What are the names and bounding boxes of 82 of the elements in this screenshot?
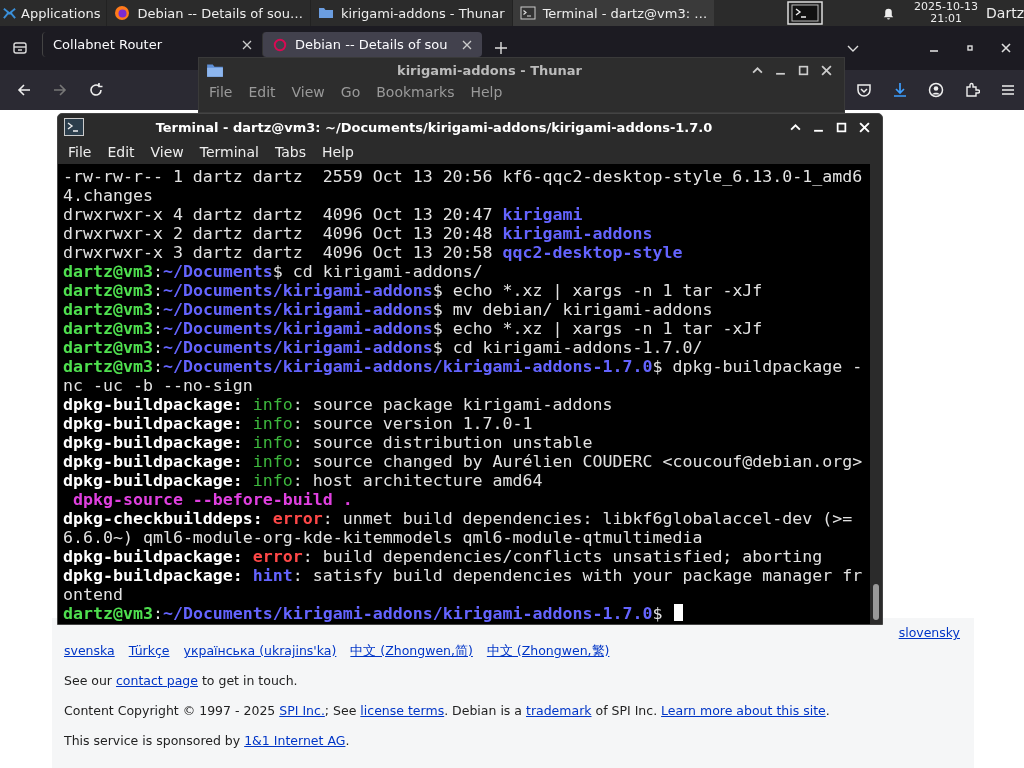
maximize-icon[interactable] <box>965 43 975 53</box>
terminal-line: dpkg-buildpackage: info: source version 1.7.0-1 <box>63 414 533 433</box>
menu-item[interactable]: Go <box>332 82 369 102</box>
footer-link[interactable]: contact page <box>116 673 198 688</box>
menu-item[interactable]: Terminal <box>191 142 267 162</box>
close-icon[interactable] <box>462 39 472 50</box>
terminal-line: 4.changes <box>63 186 153 205</box>
terminal-line: dartz@vm3:~/Documents/kirigami-addons/kirigami-addons-1.7.0$ <box>63 604 664 623</box>
terminal-line: dartz@vm3:~/Documents/kirigami-addons$ mv debian/ kirigami-addons <box>63 300 713 319</box>
menu-item[interactable]: Help <box>462 82 511 102</box>
forward-icon[interactable] <box>52 82 68 98</box>
window-title: kirigami-addons - Thunar <box>396 62 583 78</box>
terminal-line: drwxrwxr-x 4 dartz dartz 4096 Oct 13 20:47 kirigami <box>63 205 583 224</box>
terminal-line: ontend <box>63 585 123 604</box>
menu-item[interactable]: Edit <box>240 82 284 102</box>
menu-item[interactable]: File <box>201 82 241 102</box>
terminal-line: dpkg-source --before-build . <box>72 490 353 509</box>
applications-menu[interactable]: Applications <box>0 0 107 26</box>
terminal-icon <box>64 118 84 136</box>
terminal-line: dpkg-buildpackage: info: source package kirigami-addons <box>63 395 613 414</box>
terminal-line: dpkg-buildpackage: hint: satisfy build dependencies with your package manager fr <box>63 566 863 585</box>
terminal-line: dartz@vm3:~/Documents$ cd kirigami-addons/ <box>63 262 483 281</box>
terminal-line: -rw-rw-r-- 1 dartz dartz 2559 Oct 13 20:56 kf6-qqc2-desktop-style_6.13.0-1_amd6 <box>63 167 863 186</box>
menu-item[interactable]: View <box>283 82 333 102</box>
footer-text: This service is sponsored by 1&1 Internet AG. <box>64 732 351 750</box>
menu-icon[interactable] <box>1000 82 1016 98</box>
browser-tab[interactable]: Debian -- Details of sou <box>262 32 482 57</box>
scrollbar[interactable] <box>870 164 882 624</box>
clock[interactable]: 2025-10-13 21:01 <box>914 1 979 25</box>
pocket-icon[interactable] <box>856 82 872 98</box>
shade-icon[interactable] <box>790 121 801 133</box>
terminal-line: dpkg-checkbuilddeps: error: unmet build dependencies: libkf6globalaccel-dev (>= <box>63 509 853 528</box>
terminal-icon[interactable] <box>786 1 823 25</box>
download-icon[interactable] <box>892 82 908 98</box>
terminal-line: nc -uc -b --no-sign <box>63 376 253 395</box>
footer-text: Content Copyright © 1997 - 2025 SPI Inc.; See license terms. Debian is a trademark of SPI Inc. Learn more about this site. <box>64 702 831 720</box>
close-icon[interactable] <box>821 64 832 76</box>
language-link[interactable]: svenska <box>64 642 115 660</box>
terminal-line: dpkg-buildpackage: info: host architecture amd64 <box>63 471 543 490</box>
window-title: Terminal - dartz@vm3: ~/Documents/kirigami-addons/kirigami-addons-1.7.0 <box>154 119 714 135</box>
menu-item[interactable]: Tabs <box>266 142 314 162</box>
taskbar-task[interactable]: kirigami-addons - Thunar <box>310 0 512 26</box>
extensions-icon[interactable] <box>964 82 980 98</box>
footer-text: See our contact page to get in touch. <box>64 672 299 690</box>
menu-item[interactable]: View <box>142 142 192 162</box>
maximize-icon[interactable] <box>798 64 809 76</box>
close-icon[interactable] <box>242 39 252 50</box>
language-link[interactable]: Türkçe <box>128 642 170 660</box>
footer-link[interactable]: Learn more about this site <box>661 703 826 718</box>
terminal-line: 6.6.0~) qml6-module-org-kde-kitemmodels qml6-module-qtmultimedia <box>63 528 703 547</box>
footer-link[interactable]: SPI Inc. <box>279 703 325 718</box>
terminal-line: dartz@vm3:~/Documents/kirigami-addons/kirigami-addons-1.7.0$ dpkg-buildpackage - <box>63 357 863 376</box>
terminal-line: dpkg-buildpackage: info: source distribution unstable <box>63 433 593 452</box>
terminal-line: dpkg-buildpackage: error: build dependencies/conflicts unsatisfied; aborting <box>63 547 823 566</box>
close-icon[interactable] <box>1001 43 1011 53</box>
terminal-line: dartz@vm3:~/Documents/kirigami-addons$ echo *.xz | xargs -n 1 tar -xJf <box>63 281 763 300</box>
terminal-line: dpkg-buildpackage: info: source changed by Aurélien COUDERC <coucouf@debian.org> <box>63 452 863 471</box>
menu-item[interactable]: Edit <box>99 142 143 162</box>
new-tab-icon[interactable] <box>494 41 508 55</box>
terminal-icon <box>519 5 536 21</box>
language-link[interactable]: українська (ukrajins'ka) <box>183 642 337 660</box>
menu-item[interactable]: Help <box>313 142 362 162</box>
reload-icon[interactable] <box>88 82 104 98</box>
menu-item[interactable]: Bookmarks <box>368 82 463 102</box>
terminal-line: drwxrwxr-x 2 dartz dartz 4096 Oct 13 20:48 kirigami-addons <box>63 224 653 243</box>
shade-icon[interactable] <box>752 64 763 76</box>
terminal-line: dartz@vm3:~/Documents/kirigami-addons$ cd kirigami-addons-1.7.0/ <box>63 338 703 357</box>
language-link[interactable]: slovensky <box>898 624 960 642</box>
terminal-line: dartz@vm3:~/Documents/kirigami-addons$ echo *.xz | xargs -n 1 tar -xJf <box>63 319 763 338</box>
language-link[interactable]: 中文 (Zhongwen,繁) <box>486 642 610 660</box>
back-icon[interactable] <box>16 82 32 98</box>
account-icon[interactable] <box>928 82 944 98</box>
taskbar-task[interactable]: Debian -- Details of sou… <box>106 0 310 26</box>
user-name[interactable]: Dartz <box>986 5 1024 21</box>
taskbar-task[interactable]: Terminal - dartz@vm3: … <box>511 0 715 26</box>
tab-list-icon[interactable] <box>12 40 28 56</box>
folder-icon <box>205 61 225 79</box>
menu-item[interactable]: File <box>60 142 100 162</box>
terminal-line: drwxrwxr-x 3 dartz dartz 4096 Oct 13 20:58 qqc2-desktop-style <box>63 243 683 262</box>
folder-icon <box>318 5 334 21</box>
footer-link[interactable]: trademark <box>526 703 592 718</box>
language-link[interactable]: 中文 (Zhongwen,简) <box>350 642 473 660</box>
